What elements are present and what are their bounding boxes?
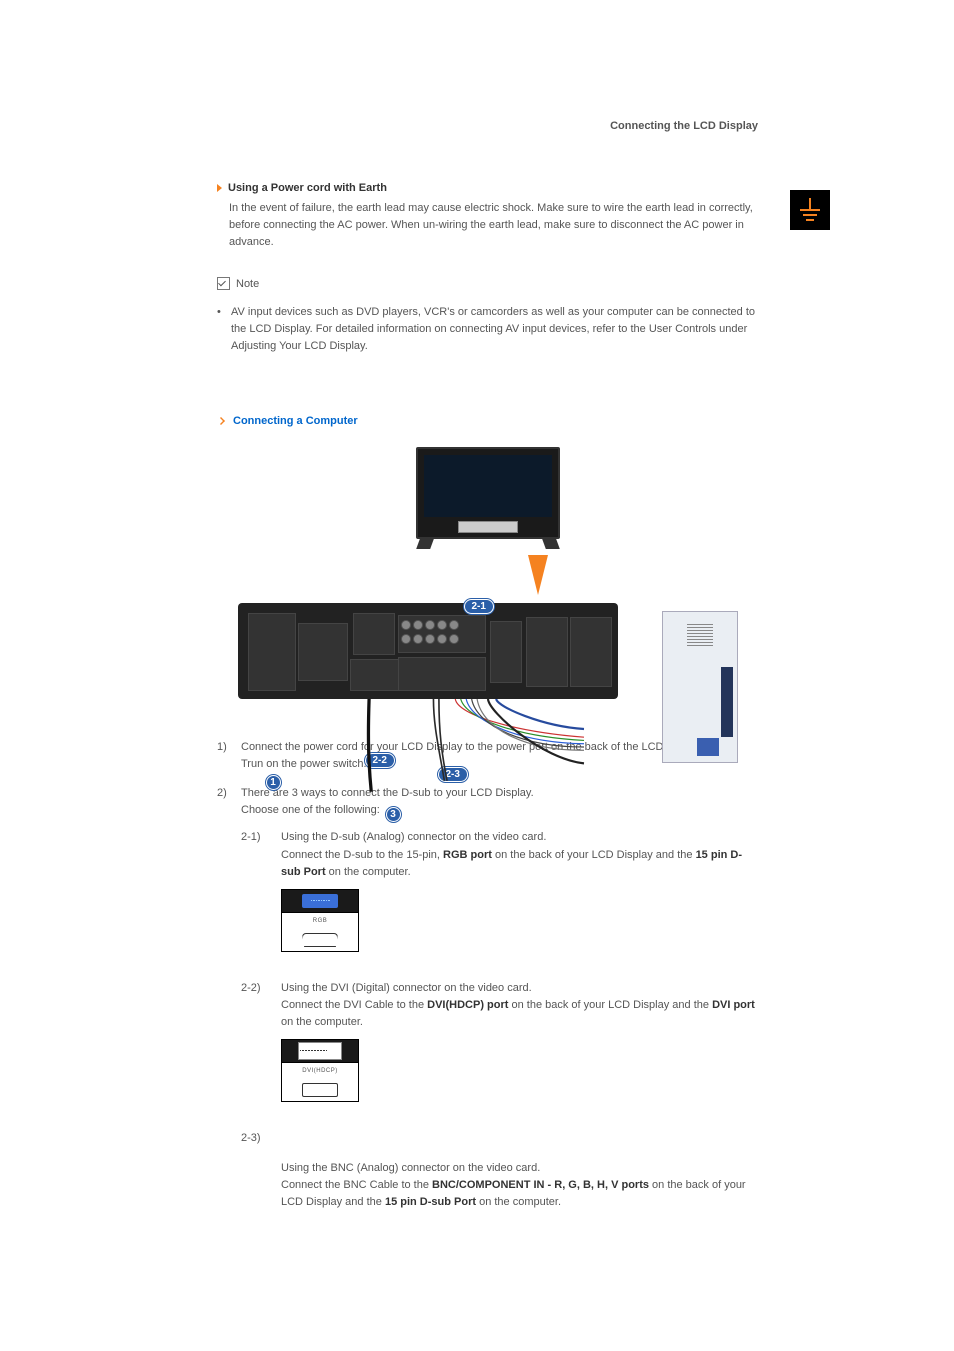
text: on the back of your LCD Display and the [492, 849, 696, 861]
connection-diagram: 2-1 2-2 2-3 1 3 [217, 447, 758, 699]
dsub-port-bold-2: 15 pin D-sub Port [385, 1196, 476, 1208]
monitor-front [416, 447, 560, 539]
dvi-port-figure: DVI(HDCP) [281, 1039, 359, 1102]
chevron-right-icon [217, 417, 225, 425]
arrow-icon [217, 184, 222, 192]
step-2-2-num: 2-2) [241, 980, 281, 1120]
step-2-1-line2: Connect the D-sub to the 15-pin, RGB por… [281, 847, 758, 881]
bnc-ports-bold: BNC/COMPONENT IN - R, G, B, H, V ports [432, 1179, 649, 1191]
backpanel-area: 2-1 2-2 2-3 1 3 [238, 603, 738, 699]
down-arrow-icon [528, 555, 548, 595]
earth-body: In the event of failure, the earth lead … [229, 200, 758, 251]
earth-ground-icon [790, 190, 830, 230]
lcd-backpanel [238, 603, 618, 699]
step-2-num: 2) [217, 785, 241, 1211]
text: on the back of your LCD Display and the [508, 999, 712, 1011]
step-2-1-num: 2-1) [241, 829, 281, 969]
earth-heading: Using a Power cord with Earth [228, 182, 387, 194]
step-2: 2) There are 3 ways to connect the D-sub… [217, 785, 758, 1211]
text: on the computer. [326, 866, 411, 878]
rgb-port-bold: RGB port [443, 849, 492, 861]
step-2-3-num: 2-3) [241, 1130, 281, 1211]
connecting-computer-heading: Connecting a Computer [233, 415, 358, 427]
text: Connect the BNC Cable to the [281, 1179, 432, 1191]
rgb-port-figure: RGB [281, 889, 359, 952]
dvi-port-label: DVI(HDCP) [281, 1063, 359, 1079]
step-2-2-line1: Using the DVI (Digital) connector on the… [281, 980, 758, 997]
text: Connect the D-sub to the 15-pin, [281, 849, 443, 861]
page-header: Connecting the LCD Display [217, 120, 758, 132]
earth-text: In the event of failure, the earth lead … [229, 202, 753, 248]
dvi-hdcp-bold: DVI(HDCP) port [427, 999, 508, 1011]
text: on the computer. [476, 1196, 561, 1208]
bullet-icon: • [217, 304, 231, 321]
text: Connect the DVI Cable to the [281, 999, 427, 1011]
cable-lines [238, 699, 738, 819]
step-2-1-line1: Using the D-sub (Analog) connector on th… [281, 829, 758, 846]
checkbox-icon [217, 277, 230, 290]
note-label: Note [236, 278, 259, 290]
step-2-3-line2: Connect the BNC Cable to the BNC/COMPONE… [281, 1177, 758, 1211]
text: on the computer. [281, 1016, 363, 1028]
callout-2-1: 2-1 [464, 599, 494, 614]
rgb-port-label: RGB [281, 913, 359, 929]
note-bullet-text: AV input devices such as DVD players, VC… [231, 304, 758, 355]
dvi-port-bold: DVI port [712, 999, 755, 1011]
step-2-2-line2: Connect the DVI Cable to the DVI(HDCP) p… [281, 997, 758, 1031]
step-2-3-line1: Using the BNC (Analog) connector on the … [281, 1160, 758, 1177]
